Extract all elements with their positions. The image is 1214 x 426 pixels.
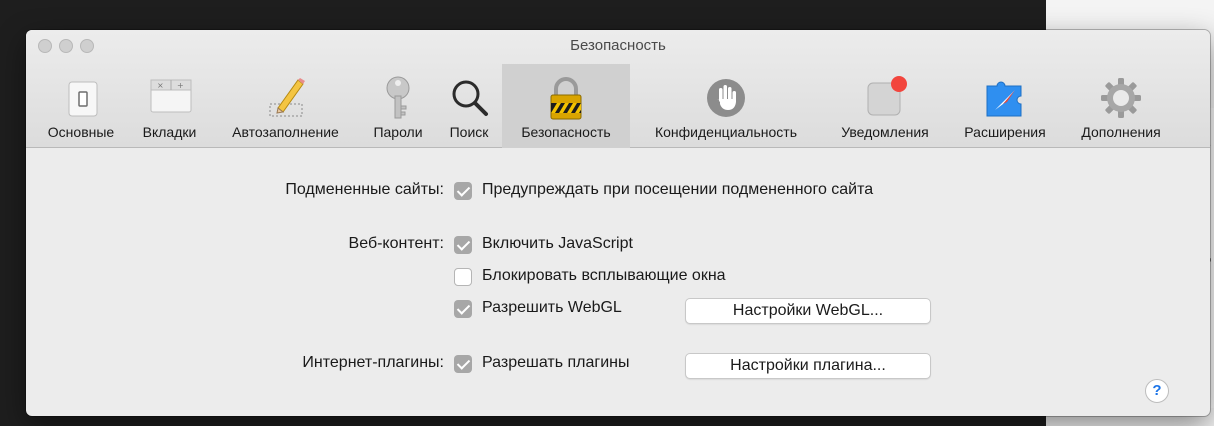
tab-tabs-label: Вкладки bbox=[142, 124, 197, 140]
tab-extensions[interactable]: Расширения bbox=[948, 64, 1062, 148]
magnifier-icon bbox=[452, 80, 488, 116]
key-icon bbox=[386, 76, 410, 119]
security-pane: Подмененные сайты: Предупреждать при пос… bbox=[26, 149, 1210, 416]
web-content-section-label: Веб-контент: bbox=[348, 235, 444, 252]
hand-icon bbox=[707, 79, 745, 117]
preferences-window: Безопасность Основные × + Вкладки Автоза… bbox=[26, 30, 1210, 416]
tab-extensions-label: Расширения bbox=[964, 124, 1046, 140]
tab-passwords[interactable]: Пароли bbox=[360, 64, 436, 148]
tab-search[interactable]: Поиск bbox=[436, 64, 502, 148]
tab-notifications-label: Уведомления bbox=[841, 124, 929, 140]
tab-general[interactable]: Основные bbox=[34, 64, 128, 148]
block-popups-label[interactable]: Блокировать всплывающие окна bbox=[482, 267, 726, 285]
pencil-icon bbox=[269, 78, 305, 117]
fraud-warning-checkbox[interactable] bbox=[454, 182, 472, 200]
plugins-section-label: Интернет-плагины: bbox=[302, 354, 444, 371]
extensions-puzzle-icon bbox=[986, 81, 1022, 117]
plugins-label[interactable]: Разрешать плагины bbox=[482, 354, 630, 372]
webgl-label[interactable]: Разрешить WebGL bbox=[482, 299, 622, 317]
tab-privacy-label: Конфиденциальность bbox=[654, 124, 797, 140]
svg-text:+: + bbox=[177, 81, 184, 90]
webgl-checkbox[interactable] bbox=[454, 300, 472, 318]
fraud-warning-label[interactable]: Предупреждать при посещении подмененного… bbox=[482, 181, 873, 199]
general-switch-icon bbox=[68, 81, 98, 117]
javascript-label[interactable]: Включить JavaScript bbox=[482, 235, 633, 253]
tab-search-label: Поиск bbox=[449, 124, 489, 140]
window-title: Безопасность bbox=[570, 37, 666, 54]
tab-general-label: Основные bbox=[47, 124, 115, 140]
tab-passwords-label: Пароли bbox=[373, 124, 423, 140]
tab-autofill[interactable]: Автозаполнение bbox=[211, 64, 360, 148]
tab-advanced[interactable]: Дополнения bbox=[1062, 64, 1180, 148]
tab-tabs[interactable]: × + Вкладки bbox=[128, 64, 211, 148]
notification-badge-icon bbox=[867, 76, 907, 116]
tab-autofill-label: Автозаполнение bbox=[232, 124, 339, 140]
help-button[interactable]: ? bbox=[1145, 379, 1169, 403]
titlebar: Безопасность Основные × + Вкладки Автоза… bbox=[26, 30, 1210, 148]
webgl-settings-button[interactable]: Настройки WebGL... bbox=[685, 298, 931, 324]
tab-security-label: Безопасность bbox=[521, 124, 611, 140]
gear-icon bbox=[1101, 78, 1141, 118]
tab-advanced-label: Дополнения bbox=[1081, 124, 1161, 140]
javascript-checkbox[interactable] bbox=[454, 236, 472, 254]
tab-security[interactable]: Безопасность bbox=[502, 64, 630, 148]
tab-privacy[interactable]: Конфиденциальность bbox=[630, 64, 822, 148]
plugins-checkbox[interactable] bbox=[454, 355, 472, 373]
plugin-settings-button[interactable]: Настройки плагина... bbox=[685, 353, 931, 379]
tab-notifications[interactable]: Уведомления bbox=[822, 64, 948, 148]
tabs-icon: × + bbox=[150, 79, 191, 113]
svg-text:×: × bbox=[157, 81, 164, 90]
fraud-section-label: Подмененные сайты: bbox=[285, 181, 444, 198]
lock-icon bbox=[550, 77, 582, 120]
block-popups-checkbox[interactable] bbox=[454, 268, 472, 286]
preferences-toolbar: Основные × + Вкладки Автозаполнение Паро… bbox=[26, 64, 1210, 148]
